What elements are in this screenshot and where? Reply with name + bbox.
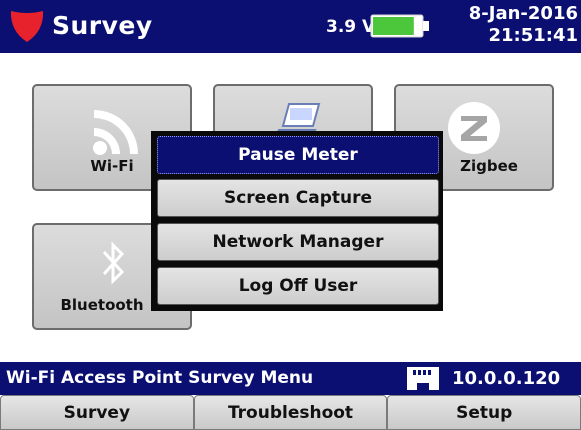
battery-icon <box>370 14 429 38</box>
menu-item-log-off-user[interactable]: Log Off User <box>157 267 439 305</box>
ethernet-port-icon <box>407 367 439 390</box>
menu-item-screen-capture[interactable]: Screen Capture <box>157 179 439 217</box>
status-bar: Wi-Fi Access Point Survey Menu 10.0.0.12… <box>0 362 581 395</box>
wifi-icon <box>93 110 138 155</box>
time-text: 21:51:41 <box>488 25 578 46</box>
app-title: Survey <box>52 11 153 40</box>
tab-survey[interactable]: Survey <box>0 395 194 430</box>
main-area: Wi-Fi Zigbee Bluetooth Pause Meter Scree… <box>0 53 581 362</box>
tab-setup[interactable]: Setup <box>387 395 581 430</box>
shield-icon <box>10 11 44 42</box>
status-text: Wi-Fi Access Point Survey Menu <box>6 368 314 388</box>
clock: 8-Jan-2016 21:51:41 <box>438 3 578 47</box>
menu-item-pause-meter[interactable]: Pause Meter <box>157 136 439 174</box>
date-text: 8-Jan-2016 <box>468 3 578 24</box>
bottom-tab-bar: Survey Troubleshoot Setup <box>0 395 581 430</box>
title-bar: Survey 3.9 V 8-Jan-2016 21:51:41 <box>0 0 581 53</box>
tab-troubleshoot[interactable]: Troubleshoot <box>193 395 388 430</box>
zigbee-icon <box>448 102 500 154</box>
bluetooth-icon <box>102 241 125 285</box>
menu-item-network-manager[interactable]: Network Manager <box>157 223 439 261</box>
ip-address: 10.0.0.120 <box>452 368 561 389</box>
context-menu: Pause Meter Screen Capture Network Manag… <box>151 131 443 311</box>
battery-voltage: 3.9 V <box>326 17 376 37</box>
